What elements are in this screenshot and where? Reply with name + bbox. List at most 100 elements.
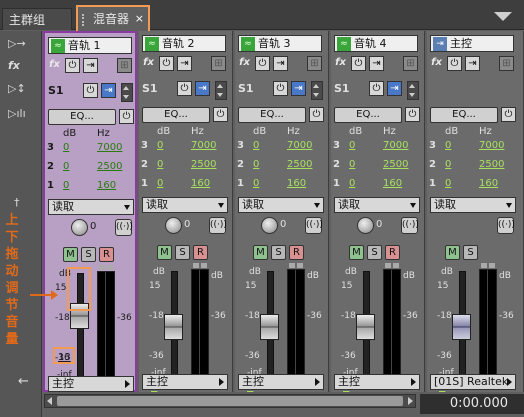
- tab-mixer[interactable]: 混音器 ×: [76, 5, 150, 31]
- eq-hz-value[interactable]: 160: [287, 178, 306, 189]
- mute-button[interactable]: M: [253, 245, 268, 260]
- track-name-field[interactable]: ≈ 音轨 2: [142, 35, 226, 52]
- pre-fader-icon[interactable]: ⇥: [465, 56, 480, 71]
- eq-toggle-icon[interactable]: ▷ılı: [8, 107, 36, 125]
- eq-hz-value[interactable]: 2500: [479, 159, 504, 170]
- eq-hz-value[interactable]: 2500: [287, 159, 312, 170]
- scroll-thumb[interactable]: [57, 396, 403, 406]
- eq-button[interactable]: EQ...: [142, 107, 210, 123]
- eq-db-value[interactable]: 0: [63, 142, 69, 153]
- volume-fader-handle[interactable]: [260, 314, 279, 340]
- automation-mode-select[interactable]: 读取: [48, 199, 134, 215]
- eq-hz-value[interactable]: 2500: [97, 161, 122, 172]
- close-icon[interactable]: ×: [135, 7, 144, 31]
- io-toggle-icon[interactable]: ▷→: [8, 37, 36, 55]
- pan-knob[interactable]: [165, 217, 182, 234]
- eq-db-value[interactable]: 0: [63, 161, 69, 172]
- eq-power-icon[interactable]: ⏻: [405, 107, 420, 122]
- eq-button[interactable]: EQ...: [430, 107, 498, 123]
- eq-button[interactable]: EQ...: [334, 107, 402, 123]
- track-name-field[interactable]: ≈ 音轨 3: [238, 35, 322, 52]
- automation-mode-select[interactable]: 读取: [142, 197, 228, 213]
- solo-button[interactable]: S: [463, 245, 478, 260]
- pan-value[interactable]: 0: [280, 219, 286, 230]
- pre-fader-icon[interactable]: ⇥: [369, 56, 384, 71]
- bypass-icon[interactable]: ⊞: [117, 58, 132, 73]
- fx-icon[interactable]: fx: [141, 56, 156, 71]
- eq-db-value[interactable]: 0: [157, 140, 163, 151]
- panel-menu-icon[interactable]: [494, 12, 512, 21]
- fx-icon[interactable]: fx: [429, 56, 444, 71]
- fx-icon[interactable]: fx: [333, 56, 348, 71]
- automation-mode-select[interactable]: 读取: [238, 197, 324, 213]
- fx-toggle-icon[interactable]: fx: [8, 59, 36, 77]
- fx-icon[interactable]: fx: [237, 56, 252, 71]
- automation-mode-select[interactable]: 读取: [334, 197, 420, 213]
- bypass-icon[interactable]: ⊞: [307, 56, 322, 71]
- track-name-field[interactable]: ⇥ 主控: [430, 35, 514, 52]
- solo-button[interactable]: S: [271, 245, 286, 260]
- eq-hz-value[interactable]: 160: [191, 178, 210, 189]
- horizontal-scrollbar[interactable]: [44, 394, 416, 408]
- record-button[interactable]: R: [193, 245, 208, 260]
- bypass-icon[interactable]: ⊞: [403, 56, 418, 71]
- stereo-icon[interactable]: ((·)): [497, 217, 515, 234]
- send-power-icon[interactable]: ⏻: [83, 83, 98, 98]
- eq-power-icon[interactable]: ⏻: [119, 109, 134, 124]
- eq-db-value[interactable]: 0: [349, 178, 355, 189]
- record-button[interactable]: R: [289, 245, 304, 260]
- mute-button[interactable]: M: [157, 245, 172, 260]
- eq-hz-value[interactable]: 160: [383, 178, 402, 189]
- eq-button[interactable]: EQ...: [48, 109, 116, 125]
- pan-value[interactable]: 0: [376, 219, 382, 230]
- eq-button[interactable]: EQ...: [238, 107, 306, 123]
- send-power-icon[interactable]: ⏻: [273, 81, 288, 96]
- send-pre-icon[interactable]: ⇥: [291, 81, 306, 96]
- eq-db-value[interactable]: 0: [253, 178, 259, 189]
- track-name-field[interactable]: ≈ 音轨 1: [48, 37, 132, 54]
- eq-db-value[interactable]: 0: [445, 140, 451, 151]
- send-pre-icon[interactable]: ⇥: [101, 83, 116, 98]
- bypass-icon[interactable]: ⊞: [211, 56, 226, 71]
- eq-hz-value[interactable]: 7000: [383, 140, 408, 151]
- eq-power-icon[interactable]: ⏻: [501, 107, 516, 122]
- automation-mode-select[interactable]: 读取: [430, 197, 516, 213]
- solo-button[interactable]: S: [175, 245, 190, 260]
- eq-hz-value[interactable]: 7000: [191, 140, 216, 151]
- send-toggle-icon[interactable]: ▷↕: [8, 82, 36, 100]
- eq-db-value[interactable]: 0: [157, 178, 163, 189]
- mute-button[interactable]: M: [445, 245, 460, 260]
- eq-db-value[interactable]: 0: [445, 178, 451, 189]
- pan-knob[interactable]: [71, 219, 88, 236]
- power-icon[interactable]: ⏻: [65, 58, 80, 73]
- eq-db-value[interactable]: 0: [253, 140, 259, 151]
- eq-db-value[interactable]: 0: [349, 140, 355, 151]
- eq-hz-value[interactable]: 7000: [287, 140, 312, 151]
- bypass-icon[interactable]: ⊞: [499, 56, 514, 71]
- volume-fader-handle[interactable]: [356, 314, 375, 340]
- send-scroll-arrows[interactable]: [215, 81, 227, 100]
- stereo-icon[interactable]: ((·)): [305, 217, 323, 234]
- output-select[interactable]: 主控: [142, 374, 228, 390]
- pan-knob[interactable]: [357, 217, 374, 234]
- eq-db-value[interactable]: 0: [63, 180, 69, 191]
- send-scroll-arrows[interactable]: [121, 83, 133, 102]
- eq-hz-value[interactable]: 2500: [383, 159, 408, 170]
- stereo-icon[interactable]: ((·)): [115, 219, 133, 236]
- eq-db-value[interactable]: 0: [157, 159, 163, 170]
- pre-fader-icon[interactable]: ⇥: [177, 56, 192, 71]
- power-icon[interactable]: ⏻: [351, 56, 366, 71]
- fx-icon[interactable]: fx: [47, 58, 62, 73]
- output-select[interactable]: 主控: [48, 376, 134, 392]
- output-select[interactable]: 主控: [334, 374, 420, 390]
- send-pre-icon[interactable]: ⇥: [195, 81, 210, 96]
- power-icon[interactable]: ⏻: [255, 56, 270, 71]
- volume-fader-handle[interactable]: [452, 314, 471, 340]
- drag-grip-icon[interactable]: [82, 13, 90, 26]
- track-name-field[interactable]: ≈ 音轨 4: [334, 35, 418, 52]
- record-button[interactable]: R: [99, 247, 114, 262]
- back-arrow-icon[interactable]: ←: [18, 374, 29, 389]
- eq-hz-value[interactable]: 7000: [479, 140, 504, 151]
- record-button[interactable]: R: [385, 245, 400, 260]
- output-select[interactable]: 主控: [238, 374, 324, 390]
